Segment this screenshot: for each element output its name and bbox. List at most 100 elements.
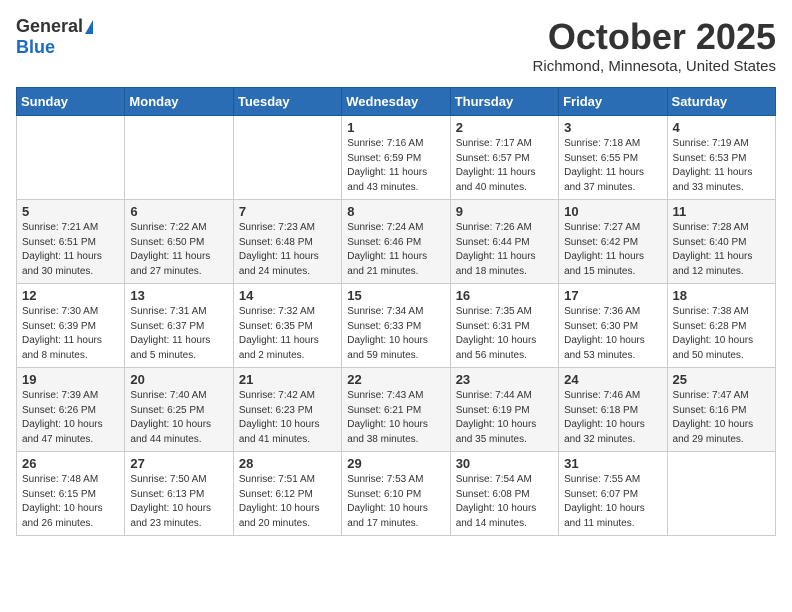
logo-blue-text: Blue bbox=[16, 37, 55, 58]
calendar-cell: 5 Sunrise: 7:21 AM Sunset: 6:51 PM Daylig… bbox=[17, 200, 125, 284]
calendar-cell: 4 Sunrise: 7:19 AM Sunset: 6:53 PM Daylig… bbox=[667, 116, 775, 200]
day-number: 3 bbox=[564, 120, 661, 135]
calendar-cell: 15 Sunrise: 7:34 AM Sunset: 6:33 PM Dayli… bbox=[342, 284, 450, 368]
day-info: Sunrise: 7:53 AM Sunset: 6:10 PM Dayligh… bbox=[347, 473, 444, 531]
calendar-cell: 21 Sunrise: 7:42 AM Sunset: 6:23 PM Dayli… bbox=[233, 368, 341, 452]
calendar-cell: 9 Sunrise: 7:26 AM Sunset: 6:44 PM Daylig… bbox=[450, 200, 558, 284]
calendar-cell: 20 Sunrise: 7:40 AM Sunset: 6:25 PM Dayli… bbox=[125, 368, 233, 452]
day-number: 4 bbox=[673, 120, 770, 135]
calendar-cell: 8Sunrise: 7:24 AM Sunset: 6:46 PM Daylig… bbox=[342, 200, 450, 284]
calendar-cell: 18 Sunrise: 7:38 AM Sunset: 6:28 PM Dayli… bbox=[667, 284, 775, 368]
day-number: 17 bbox=[564, 288, 661, 303]
calendar-day-header: Thursday bbox=[450, 88, 558, 116]
calendar-day-header: Friday bbox=[559, 88, 667, 116]
day-number: 25 bbox=[673, 372, 770, 387]
calendar-cell: 16 Sunrise: 7:35 AM Sunset: 6:31 PM Dayli… bbox=[450, 284, 558, 368]
day-number: 21 bbox=[239, 372, 336, 387]
day-info: Sunrise: 7:39 AM Sunset: 6:26 PM Dayligh… bbox=[22, 389, 119, 447]
day-number: 23 bbox=[456, 372, 553, 387]
day-number: 24 bbox=[564, 372, 661, 387]
calendar-cell: 12Sunrise: 7:30 AM Sunset: 6:39 PM Dayli… bbox=[17, 284, 125, 368]
calendar-week-row: 1 Sunrise: 7:16 AM Sunset: 6:59 PM Daylig… bbox=[17, 116, 776, 200]
calendar-cell: 23Sunrise: 7:44 AM Sunset: 6:19 PM Dayli… bbox=[450, 368, 558, 452]
calendar-day-header: Sunday bbox=[17, 88, 125, 116]
day-number: 22 bbox=[347, 372, 444, 387]
calendar-cell bbox=[125, 116, 233, 200]
calendar-day-header: Tuesday bbox=[233, 88, 341, 116]
calendar-day-header: Wednesday bbox=[342, 88, 450, 116]
day-info: Sunrise: 7:35 AM Sunset: 6:31 PM Dayligh… bbox=[456, 305, 553, 363]
day-info: Sunrise: 7:47 AM Sunset: 6:16 PM Dayligh… bbox=[673, 389, 770, 447]
calendar-cell: 11Sunrise: 7:28 AM Sunset: 6:40 PM Dayli… bbox=[667, 200, 775, 284]
logo: General Blue bbox=[16, 16, 93, 58]
day-info: Sunrise: 7:34 AM Sunset: 6:33 PM Dayligh… bbox=[347, 305, 444, 363]
day-info: Sunrise: 7:23 AM Sunset: 6:48 PM Dayligh… bbox=[239, 221, 336, 279]
calendar-cell: 25 Sunrise: 7:47 AM Sunset: 6:16 PM Dayli… bbox=[667, 368, 775, 452]
calendar-cell bbox=[17, 116, 125, 200]
calendar-week-row: 12Sunrise: 7:30 AM Sunset: 6:39 PM Dayli… bbox=[17, 284, 776, 368]
calendar-cell: 6Sunrise: 7:22 AM Sunset: 6:50 PM Daylig… bbox=[125, 200, 233, 284]
title-block: October 2025 Richmond, Minnesota, United… bbox=[533, 16, 776, 75]
day-info: Sunrise: 7:19 AM Sunset: 6:53 PM Dayligh… bbox=[673, 137, 770, 195]
calendar-cell: 14 Sunrise: 7:32 AM Sunset: 6:35 PM Dayli… bbox=[233, 284, 341, 368]
day-info: Sunrise: 7:43 AM Sunset: 6:21 PM Dayligh… bbox=[347, 389, 444, 447]
day-info: Sunrise: 7:54 AM Sunset: 6:08 PM Dayligh… bbox=[456, 473, 553, 531]
calendar-day-header: Monday bbox=[125, 88, 233, 116]
day-number: 31 bbox=[564, 456, 661, 471]
day-number: 9 bbox=[456, 204, 553, 219]
calendar-cell: 28 Sunrise: 7:51 AM Sunset: 6:12 PM Dayli… bbox=[233, 452, 341, 536]
calendar-table: SundayMondayTuesdayWednesdayThursdayFrid… bbox=[16, 87, 776, 536]
calendar-cell: 19Sunrise: 7:39 AM Sunset: 6:26 PM Dayli… bbox=[17, 368, 125, 452]
day-number: 13 bbox=[130, 288, 227, 303]
calendar-cell: 3Sunrise: 7:18 AM Sunset: 6:55 PM Daylig… bbox=[559, 116, 667, 200]
day-info: Sunrise: 7:30 AM Sunset: 6:39 PM Dayligh… bbox=[22, 305, 119, 363]
day-info: Sunrise: 7:16 AM Sunset: 6:59 PM Dayligh… bbox=[347, 137, 444, 195]
day-number: 14 bbox=[239, 288, 336, 303]
page-header: General Blue October 2025 Richmond, Minn… bbox=[16, 16, 776, 75]
calendar-cell: 29 Sunrise: 7:53 AM Sunset: 6:10 PM Dayli… bbox=[342, 452, 450, 536]
day-number: 15 bbox=[347, 288, 444, 303]
day-info: Sunrise: 7:26 AM Sunset: 6:44 PM Dayligh… bbox=[456, 221, 553, 279]
day-info: Sunrise: 7:38 AM Sunset: 6:28 PM Dayligh… bbox=[673, 305, 770, 363]
day-number: 10 bbox=[564, 204, 661, 219]
calendar-week-row: 19Sunrise: 7:39 AM Sunset: 6:26 PM Dayli… bbox=[17, 368, 776, 452]
day-number: 20 bbox=[130, 372, 227, 387]
day-number: 6 bbox=[130, 204, 227, 219]
day-number: 30 bbox=[456, 456, 553, 471]
month-year-title: October 2025 bbox=[533, 16, 776, 58]
day-number: 1 bbox=[347, 120, 444, 135]
day-info: Sunrise: 7:48 AM Sunset: 6:15 PM Dayligh… bbox=[22, 473, 119, 531]
calendar-header-row: SundayMondayTuesdayWednesdayThursdayFrid… bbox=[17, 88, 776, 116]
day-info: Sunrise: 7:51 AM Sunset: 6:12 PM Dayligh… bbox=[239, 473, 336, 531]
day-info: Sunrise: 7:32 AM Sunset: 6:35 PM Dayligh… bbox=[239, 305, 336, 363]
day-number: 28 bbox=[239, 456, 336, 471]
calendar-cell: 31 Sunrise: 7:55 AM Sunset: 6:07 PM Dayli… bbox=[559, 452, 667, 536]
day-number: 29 bbox=[347, 456, 444, 471]
calendar-cell: 22 Sunrise: 7:43 AM Sunset: 6:21 PM Dayli… bbox=[342, 368, 450, 452]
calendar-cell: 7 Sunrise: 7:23 AM Sunset: 6:48 PM Daylig… bbox=[233, 200, 341, 284]
day-number: 16 bbox=[456, 288, 553, 303]
calendar-cell: 1 Sunrise: 7:16 AM Sunset: 6:59 PM Daylig… bbox=[342, 116, 450, 200]
calendar-cell bbox=[233, 116, 341, 200]
day-number: 26 bbox=[22, 456, 119, 471]
day-info: Sunrise: 7:46 AM Sunset: 6:18 PM Dayligh… bbox=[564, 389, 661, 447]
location-text: Richmond, Minnesota, United States bbox=[533, 58, 776, 75]
day-number: 8 bbox=[347, 204, 444, 219]
calendar-week-row: 5 Sunrise: 7:21 AM Sunset: 6:51 PM Daylig… bbox=[17, 200, 776, 284]
day-number: 27 bbox=[130, 456, 227, 471]
day-info: Sunrise: 7:36 AM Sunset: 6:30 PM Dayligh… bbox=[564, 305, 661, 363]
day-number: 18 bbox=[673, 288, 770, 303]
day-number: 7 bbox=[239, 204, 336, 219]
calendar-week-row: 26 Sunrise: 7:48 AM Sunset: 6:15 PM Dayli… bbox=[17, 452, 776, 536]
day-info: Sunrise: 7:17 AM Sunset: 6:57 PM Dayligh… bbox=[456, 137, 553, 195]
day-info: Sunrise: 7:55 AM Sunset: 6:07 PM Dayligh… bbox=[564, 473, 661, 531]
calendar-cell: 30 Sunrise: 7:54 AM Sunset: 6:08 PM Dayli… bbox=[450, 452, 558, 536]
day-info: Sunrise: 7:21 AM Sunset: 6:51 PM Dayligh… bbox=[22, 221, 119, 279]
calendar-day-header: Saturday bbox=[667, 88, 775, 116]
logo-icon bbox=[85, 20, 93, 34]
day-info: Sunrise: 7:40 AM Sunset: 6:25 PM Dayligh… bbox=[130, 389, 227, 447]
logo-general-text: General bbox=[16, 16, 83, 37]
day-info: Sunrise: 7:42 AM Sunset: 6:23 PM Dayligh… bbox=[239, 389, 336, 447]
day-number: 5 bbox=[22, 204, 119, 219]
calendar-cell: 24 Sunrise: 7:46 AM Sunset: 6:18 PM Dayli… bbox=[559, 368, 667, 452]
